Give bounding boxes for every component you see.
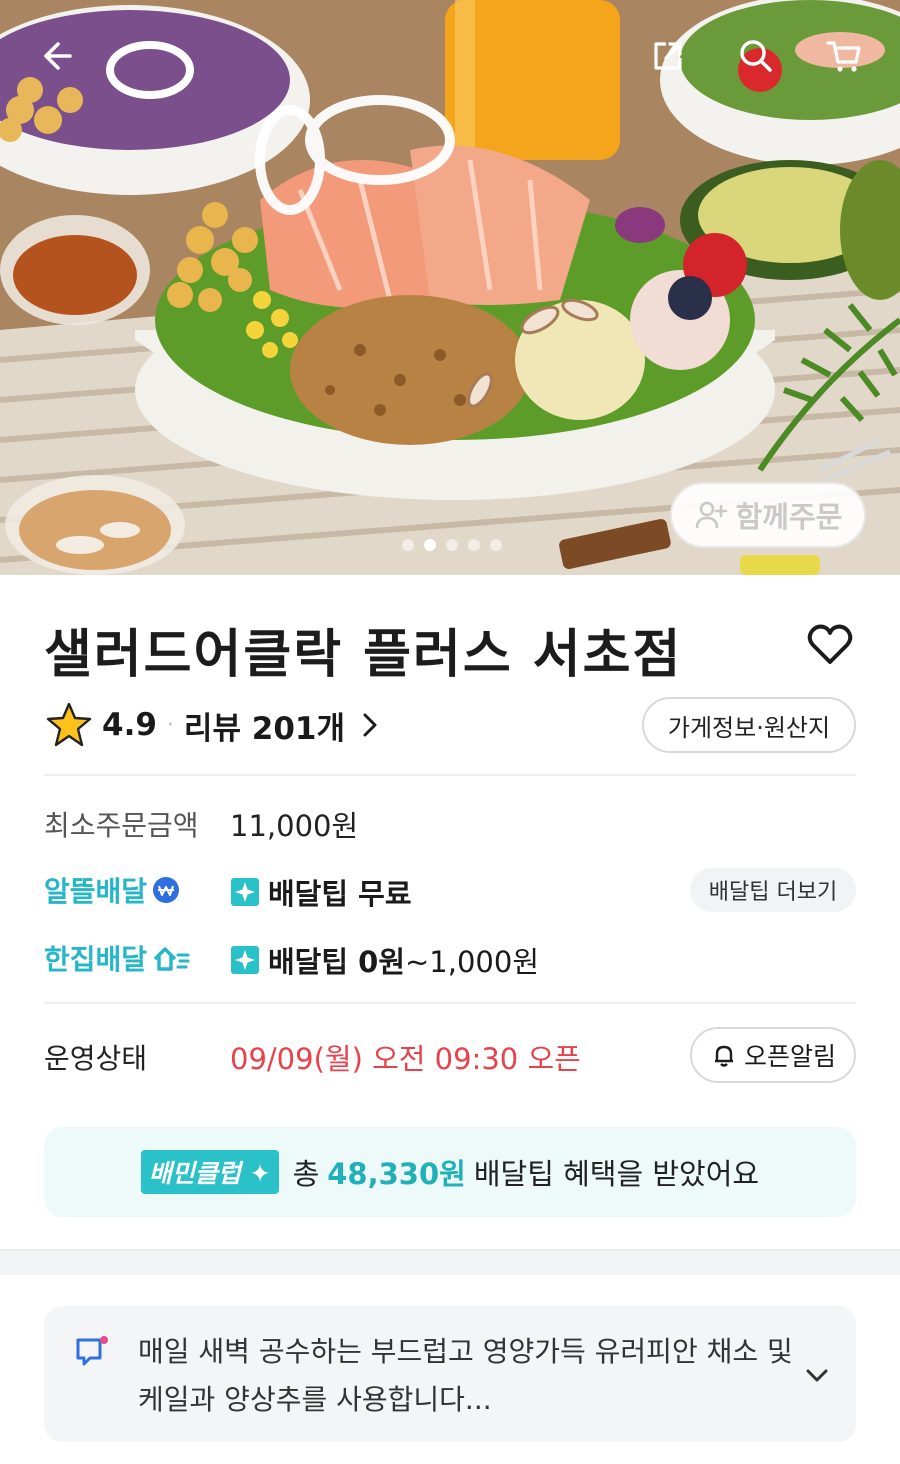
store-info-button[interactable]: 가게정보·원산지 bbox=[642, 697, 856, 753]
divider bbox=[44, 774, 856, 776]
message-icon bbox=[76, 1336, 108, 1366]
store-notice[interactable]: 매일 새벽 공수하는 부드럽고 영양가득 유러피안 채소 및 케일과 양상추를 … bbox=[44, 1306, 856, 1442]
altteul-tip: 배달팁 무료 bbox=[230, 871, 412, 913]
carousel-dot[interactable] bbox=[490, 539, 502, 551]
hanjip-delivery-label: 한집배달 bbox=[44, 938, 191, 978]
altteul-delivery-label: 알뜰배달 bbox=[44, 870, 181, 910]
altteul-tip-value: 배달팁 무료 bbox=[268, 877, 412, 911]
search-icon bbox=[740, 40, 772, 72]
section-gap bbox=[0, 1249, 900, 1275]
back-button[interactable] bbox=[30, 30, 82, 82]
store-hero-image: 함께주문 bbox=[0, 0, 900, 575]
heart-icon[interactable] bbox=[804, 618, 856, 670]
won-badge-icon bbox=[153, 877, 180, 903]
rating-value: 4.9 bbox=[102, 707, 157, 743]
hanjip-tip-range: ~1,000원 bbox=[405, 945, 539, 979]
review-count: 리뷰 201개 bbox=[183, 710, 345, 747]
chevron-down-icon[interactable] bbox=[802, 1360, 832, 1390]
baemin-club-banner[interactable]: 배민클럽 ✦ 총 48,330원 배달팁 혜택을 받았어요 bbox=[44, 1127, 856, 1217]
status-value: 09/09(월) 오전 09:30 오픈 bbox=[230, 1042, 581, 1076]
add-person-icon bbox=[695, 501, 727, 529]
together-order-button[interactable]: 함께주문 bbox=[670, 482, 866, 548]
arrow-left-icon bbox=[44, 42, 72, 70]
carousel-dot-active[interactable] bbox=[424, 539, 436, 551]
star-icon bbox=[46, 702, 92, 747]
cart-button[interactable] bbox=[818, 30, 870, 82]
bell-icon bbox=[714, 1045, 733, 1067]
review-link[interactable]: 리뷰 201개 bbox=[184, 703, 383, 748]
altteul-delivery-text: 알뜰배달 bbox=[44, 875, 148, 908]
share-icon bbox=[654, 42, 682, 70]
rating-row: 4.9 · 리뷰 201개 bbox=[44, 697, 383, 753]
store-name: 샐러드어클락 플러스 서초점 bbox=[44, 625, 683, 685]
house-speed-icon bbox=[153, 947, 190, 971]
club-sparkle-icon bbox=[231, 946, 259, 974]
hanjip-tip: 배달팁 0원 ~1,000원 bbox=[230, 939, 539, 981]
notice-text: 매일 새벽 공수하는 부드럽고 영양가득 유러피안 채소 및 케일과 양상추를 … bbox=[138, 1335, 793, 1416]
hanjip-tip-value: 배달팁 0원 bbox=[268, 945, 405, 979]
search-button[interactable] bbox=[730, 30, 782, 82]
club-sparkle-icon bbox=[231, 878, 259, 906]
open-alarm-button[interactable]: 오픈알림 bbox=[690, 1027, 856, 1083]
more-tip-button[interactable]: 배달팁 더보기 bbox=[690, 868, 856, 912]
club-suffix: 배달팁 혜택을 받았어요 bbox=[473, 1157, 760, 1191]
carousel-dot[interactable] bbox=[468, 539, 480, 551]
open-alarm-label: 오픈알림 bbox=[743, 1042, 836, 1071]
club-benefit-amount: 48,330원 bbox=[327, 1157, 466, 1191]
baemin-club-badge-text: 배민클럽 bbox=[148, 1159, 241, 1188]
baemin-club-badge: 배민클럽 ✦ bbox=[140, 1150, 279, 1194]
carousel-dot[interactable] bbox=[446, 539, 458, 551]
status-label: 운영상태 bbox=[44, 1042, 148, 1075]
share-button[interactable] bbox=[642, 30, 694, 82]
divider bbox=[44, 1002, 856, 1004]
together-order-label: 함께주문 bbox=[735, 500, 843, 534]
carousel-dot[interactable] bbox=[402, 539, 414, 551]
carousel-indicator bbox=[402, 539, 502, 551]
hanjip-delivery-text: 한집배달 bbox=[44, 943, 148, 976]
min-order-label: 최소주문금액 bbox=[44, 809, 199, 842]
club-prefix: 총 bbox=[292, 1157, 320, 1191]
separator-dot: · bbox=[166, 712, 174, 738]
cart-icon bbox=[826, 41, 861, 72]
min-order-value: 11,000원 bbox=[230, 809, 359, 843]
chevron-right-icon bbox=[363, 713, 377, 737]
